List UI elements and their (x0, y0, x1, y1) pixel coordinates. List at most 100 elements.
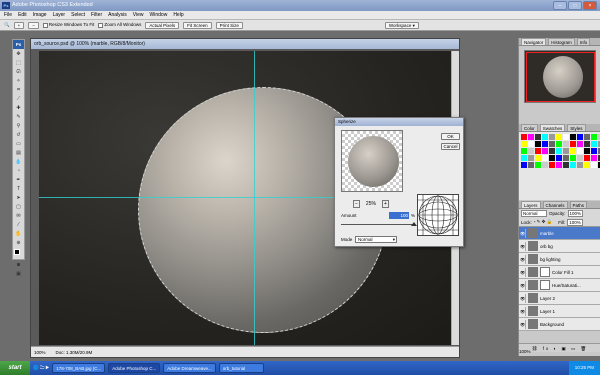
ok-button[interactable]: OK (441, 133, 460, 140)
swatch[interactable] (528, 141, 534, 147)
lock-icons[interactable]: ▫ ✎ ✥ 🔒 (534, 219, 553, 225)
menu-image[interactable]: Image (33, 11, 47, 19)
tab-histogram[interactable]: Histogram (548, 38, 575, 45)
actual-pixels-button[interactable]: Actual Pixels (145, 21, 180, 29)
tab-color[interactable]: Color (521, 124, 538, 131)
swatch[interactable] (542, 134, 548, 140)
layer-mask-thumbnail[interactable] (540, 280, 550, 290)
marquee-tool-icon[interactable]: ⬚ (13, 59, 24, 67)
menu-layer[interactable]: Layer (53, 11, 66, 19)
screen-mode-icon[interactable]: ▣ (13, 270, 24, 278)
navigator-thumbnail[interactable] (524, 50, 596, 103)
foreground-color[interactable] (14, 249, 20, 255)
zoom-tool-box-icon[interactable]: ⊕ (13, 239, 24, 247)
swatch[interactable] (549, 155, 555, 161)
move-tool-icon[interactable]: ✥ (13, 50, 24, 58)
navigator-view-box[interactable] (526, 52, 595, 102)
path-selection-icon[interactable]: ➤ (13, 194, 24, 202)
menu-filter[interactable]: Filter (91, 11, 102, 19)
swatch[interactable] (556, 141, 562, 147)
swatch[interactable] (563, 162, 569, 168)
pen-tool-icon[interactable]: ✒ (13, 176, 24, 184)
clone-stamp-icon[interactable]: ⚲ (13, 122, 24, 130)
swatch[interactable] (584, 148, 590, 154)
swatch[interactable] (577, 148, 583, 154)
vertical-guide[interactable] (254, 51, 255, 345)
history-brush-icon[interactable]: ↺ (13, 131, 24, 139)
swatch[interactable] (528, 134, 534, 140)
gradient-tool-icon[interactable]: ▤ (13, 149, 24, 157)
amount-slider-track[interactable] (341, 224, 415, 225)
dodge-tool-icon[interactable]: ◔ (13, 167, 24, 175)
close-button[interactable]: × (583, 1, 597, 10)
cancel-button[interactable]: Cancel (441, 143, 460, 150)
taskbar-item-folder[interactable]: orb_tutorial (218, 363, 264, 373)
swatch[interactable] (570, 155, 576, 161)
swatch[interactable] (549, 148, 555, 154)
tab-info[interactable]: Info (576, 38, 591, 45)
swatch[interactable] (535, 162, 541, 168)
zoom-out-button[interactable]: − (28, 21, 39, 29)
swatch[interactable] (563, 141, 569, 147)
swatch[interactable] (521, 134, 527, 140)
print-size-button[interactable]: Print Size (215, 21, 243, 29)
quick-mask-icon[interactable]: ◙ (13, 261, 24, 269)
notes-tool-icon[interactable]: ✉ (13, 212, 24, 220)
layer-row[interactable]: 👁 marble (519, 227, 600, 240)
swatch[interactable] (542, 162, 548, 168)
swatch[interactable] (584, 141, 590, 147)
eye-icon[interactable]: 👁 (520, 280, 526, 290)
swatch[interactable] (584, 155, 590, 161)
eyedropper-icon[interactable]: ⁄ (13, 221, 24, 229)
opacity-field[interactable]: 100% (567, 210, 584, 217)
menu-analysis[interactable]: Analysis (108, 11, 127, 19)
swatch[interactable] (535, 141, 541, 147)
crop-tool-icon[interactable]: ⌗ (13, 86, 24, 94)
swatch[interactable] (556, 148, 562, 154)
swatches-grid[interactable] (519, 132, 600, 200)
menu-help[interactable]: Help (173, 11, 183, 19)
menu-file[interactable]: File (4, 11, 12, 19)
brush-tool-icon[interactable]: ✎ (13, 113, 24, 121)
swatch[interactable] (521, 141, 527, 147)
swatch[interactable] (577, 141, 583, 147)
layer-row[interactable]: 👁 bg lighting (519, 253, 600, 266)
swatch[interactable] (556, 155, 562, 161)
zoom-in-button[interactable]: + (13, 21, 25, 29)
layer-row[interactable]: 👁 Background (519, 318, 600, 331)
swatch[interactable] (528, 162, 534, 168)
layer-row[interactable]: 👁 Color Fill 1 (519, 266, 600, 279)
menu-window[interactable]: Window (150, 11, 168, 19)
swatch[interactable] (570, 134, 576, 140)
swatch[interactable] (549, 134, 555, 140)
color-swatches[interactable] (13, 248, 24, 260)
type-tool-icon[interactable]: T (13, 185, 24, 193)
healing-brush-icon[interactable]: ✚ (13, 104, 24, 112)
taskbar-item-photoshop[interactable]: Adobe Photoshop C... (108, 363, 161, 373)
tab-layers[interactable]: Layers (521, 201, 541, 208)
swatch[interactable] (591, 134, 597, 140)
slice-tool-icon[interactable]: ⟋ (13, 95, 24, 103)
menu-view[interactable]: View (133, 11, 144, 19)
swatch[interactable] (591, 162, 597, 168)
eye-icon[interactable]: 👁 (520, 293, 526, 303)
resize-windows-checkbox[interactable]: Resize Windows To Fit (42, 22, 94, 28)
swatch[interactable] (584, 134, 590, 140)
fit-screen-button[interactable]: Fit Screen (183, 21, 212, 29)
shape-tool-icon[interactable]: ▢ (13, 203, 24, 211)
tab-paths[interactable]: Paths (569, 201, 588, 208)
tab-channels[interactable]: Channels (542, 201, 568, 208)
eye-icon[interactable]: 👁 (520, 241, 526, 251)
taskbar-item-image[interactable]: 178-708_BAB.jpg (C... (52, 363, 106, 373)
layer-row[interactable]: 👁 Layer 1 (519, 305, 600, 318)
swatch[interactable] (542, 155, 548, 161)
hand-tool-icon[interactable]: ✋ (13, 230, 24, 238)
amount-field[interactable]: 100 (389, 212, 409, 219)
eye-icon[interactable]: 👁 (520, 319, 526, 329)
start-button[interactable]: start (0, 361, 30, 375)
swatch[interactable] (570, 141, 576, 147)
lasso-tool-icon[interactable]: ᘏ (13, 68, 24, 76)
zoom-out-preview-button[interactable]: − (353, 200, 360, 208)
taskbar-item-dreamweaver[interactable]: Adobe Dreamweave... (163, 363, 216, 373)
swatch[interactable] (577, 162, 583, 168)
